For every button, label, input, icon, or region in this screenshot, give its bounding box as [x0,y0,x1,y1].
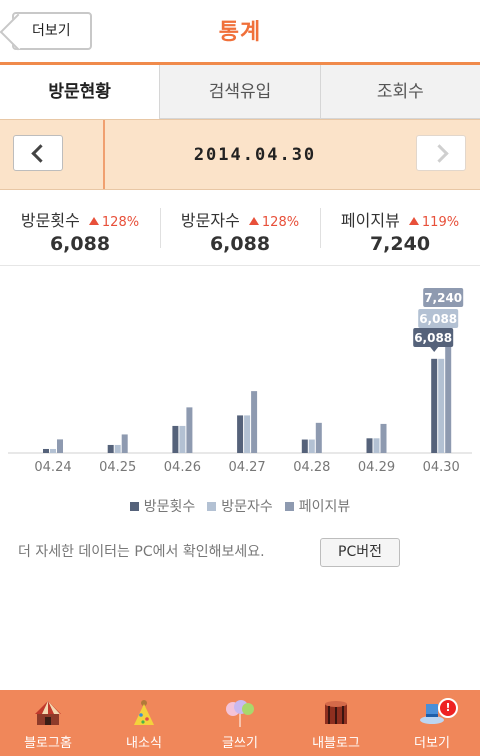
tab-visit-status[interactable]: 방문현황 [0,65,160,119]
next-date-button[interactable] [416,135,466,171]
legend-label: 페이지뷰 [298,499,351,515]
chevron-right-icon [429,143,449,163]
prev-date-button[interactable] [13,135,63,171]
nav-more[interactable]: ! 더보기 [384,690,480,756]
x-tick-label: 04.25 [99,460,136,475]
chevron-left-icon [30,143,50,163]
pc-version-button[interactable]: PC버전 [320,538,400,567]
chart-bar [373,438,380,453]
chart-bar [50,448,56,453]
nav-label: 내소식 [126,736,162,751]
chart-bar [179,425,186,453]
up-arrow-icon [408,217,419,225]
chart-svg: 04.24 04.25 04.26 04.27 04.28 04.29 04.30 6,088… [8,288,472,475]
legend-item: 페이지뷰 [284,496,351,516]
stat-delta: 128% [248,215,299,230]
stat-label: 방문자수 [180,211,240,230]
chart-bar [366,438,373,453]
nav-label: 글쓰기 [222,736,258,751]
chart-data-label: 7,240 [423,288,464,307]
chart-bar [43,448,49,453]
stat-pageviews: 페이지뷰 119% 7,240 [320,190,480,265]
stats-summary: 방문횟수 128% 6,088 방문자수 128% 6,088 페이지뷰 119… [0,190,480,266]
chart-bar [121,434,128,453]
stat-value: 6,088 [209,233,271,255]
nav-label: 블로그홈 [24,736,72,751]
tab-bar: 방문현황 검색유입 조회수 [0,65,480,119]
chart-bar [107,444,114,453]
party-hat-icon [134,700,154,725]
chart-data-label-text: 6,088 [414,331,452,345]
x-tick-label: 04.27 [228,460,265,475]
stat-delta: 128% [88,215,139,230]
bottom-nav: 블로그홈 내소식 글쓰기 내블로그 ! 더보기 [0,690,480,756]
tab-label: 검색유입 [208,82,272,102]
tab-label: 방문현황 [48,82,111,102]
chart-bar [237,415,244,453]
drum-icon [325,701,347,724]
chart-bar [57,439,63,453]
legend-item: 방문횟수 [129,496,196,516]
chart-data-label-text: 6,088 [419,312,457,326]
stat-value: 7,240 [369,233,431,255]
x-tick-label: 04.28 [293,460,330,475]
legend-swatch [284,502,294,511]
x-tick-label: 04.26 [164,460,201,475]
chart-bar [308,439,315,453]
chart-data-label: 6,088 [418,309,459,328]
balloons-icon [226,700,254,727]
page-title: 통계 [218,20,262,45]
legend-swatch [129,502,139,511]
chart-bar [172,425,179,453]
x-tick-label: 04.30 [423,460,460,475]
x-tick-label: 04.24 [34,460,71,475]
nav-label: 내블로그 [312,736,360,751]
pc-info-text: 더 자세한 데이터는 PC에서 확인해보세요. [18,544,265,560]
legend-label: 방문자수 [221,499,273,515]
header: 더보기 통계 [0,0,480,62]
chart-legend: 방문횟수 방문자수 페이지뷰 [0,496,480,516]
current-date: 2014.04.30 [193,145,317,165]
stat-visits: 방문횟수 128% 6,088 [0,190,160,265]
chart-data-label-text: 7,240 [424,291,462,305]
circus-tent-icon [35,701,61,725]
nav-my-news[interactable]: 내소식 [96,690,192,756]
chart-bar [244,415,251,453]
stat-delta: 119% [408,215,459,230]
x-tick-label: 04.29 [358,460,395,475]
legend-label: 방문횟수 [143,499,196,515]
notification-badge: ! [438,698,458,718]
chart-bar [445,341,452,453]
stat-value: 6,088 [49,233,111,255]
stat-visitors: 방문자수 128% 6,088 [160,190,320,265]
legend-item: 방문자수 [207,496,273,516]
stat-label: 방문횟수 [20,211,80,230]
nav-label: 더보기 [414,736,450,751]
nav-blog-home[interactable]: 블로그홈 [0,690,96,756]
tab-search-inflow[interactable]: 검색유입 [159,65,320,119]
chart-bar [380,423,387,453]
up-arrow-icon [88,217,99,225]
visits-chart: 04.24 04.25 04.26 04.27 04.28 04.29 04.30 6,088… [0,266,480,526]
chart-bar [431,358,438,453]
nav-write[interactable]: 글쓰기 [192,690,288,756]
stat-label: 페이지뷰 [340,211,400,230]
chart-bar [186,407,193,453]
chart-bar [315,422,322,453]
chart-bar [301,439,308,453]
chart-data-label-pointer [430,347,439,352]
up-arrow-icon [248,217,259,225]
tab-label: 조회수 [376,82,424,102]
chart-bar [114,444,121,453]
tab-views[interactable]: 조회수 [319,65,480,119]
chart-bar [438,358,445,453]
chart-bar [251,391,258,453]
nav-my-blog[interactable]: 내블로그 [288,690,384,756]
date-navigator: 2014.04.30 [0,119,480,190]
legend-swatch [207,502,217,511]
